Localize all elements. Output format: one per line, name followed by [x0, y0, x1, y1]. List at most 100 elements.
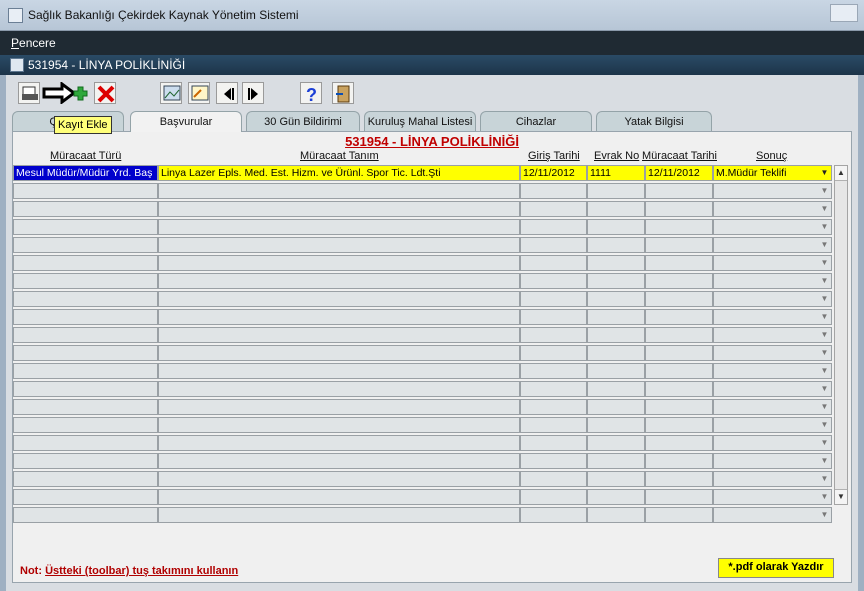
- cell-muracaat-tarihi[interactable]: [645, 219, 713, 235]
- tab-kurulus-mahal-listesi[interactable]: Kuruluş Mahal Listesi: [364, 111, 476, 131]
- cell-muracaat-turu[interactable]: [13, 291, 158, 307]
- cell-muracaat-tanim[interactable]: [158, 381, 520, 397]
- dropdown-arrow-icon[interactable]: ▼: [819, 509, 830, 521]
- tab-30-gun-bildirimi[interactable]: 30 Gün Bildirimi: [246, 111, 360, 131]
- cell-muracaat-turu[interactable]: [13, 273, 158, 289]
- cell-muracaat-tanim[interactable]: [158, 309, 520, 325]
- cell-muracaat-tarihi[interactable]: [645, 291, 713, 307]
- cell-evrak-no[interactable]: [587, 345, 645, 361]
- cell-muracaat-turu[interactable]: [13, 363, 158, 379]
- cell-sonuc[interactable]: ▼: [713, 381, 832, 397]
- cell-muracaat-tanim[interactable]: [158, 417, 520, 433]
- cell-muracaat-tanim[interactable]: [158, 471, 520, 487]
- cell-giris-tarihi[interactable]: [520, 381, 587, 397]
- cell-muracaat-tanim[interactable]: [158, 237, 520, 253]
- tab-basvurular[interactable]: Başvurular: [130, 111, 242, 132]
- dropdown-arrow-icon[interactable]: ▼: [819, 401, 830, 413]
- cell-sonuc[interactable]: ▼: [713, 255, 832, 271]
- cell-sonuc[interactable]: ▼: [713, 435, 832, 451]
- cell-evrak-no[interactable]: [587, 309, 645, 325]
- cell-giris-tarihi[interactable]: [520, 453, 587, 469]
- dropdown-arrow-icon[interactable]: ▼: [819, 383, 830, 395]
- cell-muracaat-tarihi[interactable]: [645, 273, 713, 289]
- cell-muracaat-turu[interactable]: [13, 399, 158, 415]
- cell-muracaat-tanim[interactable]: [158, 219, 520, 235]
- cell-sonuc[interactable]: ▼: [713, 327, 832, 343]
- cell-giris-tarihi[interactable]: [520, 255, 587, 271]
- cell-muracaat-tarihi[interactable]: [645, 327, 713, 343]
- tab-yatak-bilgisi[interactable]: Yatak Bilgisi: [596, 111, 712, 131]
- cell-evrak-no[interactable]: [587, 381, 645, 397]
- cell-muracaat-tarihi[interactable]: [645, 489, 713, 505]
- vertical-scrollbar[interactable]: ▲ ▼: [834, 165, 848, 505]
- cell-sonuc[interactable]: ▼: [713, 417, 832, 433]
- cell-muracaat-tarihi[interactable]: [645, 345, 713, 361]
- exit-icon[interactable]: [332, 82, 354, 104]
- cell-giris-tarihi[interactable]: [520, 291, 587, 307]
- help-icon[interactable]: ?: [300, 82, 322, 105]
- cell-giris-tarihi[interactable]: [520, 399, 587, 415]
- tab-cihazlar[interactable]: Cihazlar: [480, 111, 592, 131]
- cell-muracaat-tarihi[interactable]: [645, 417, 713, 433]
- dropdown-arrow-icon[interactable]: ▼: [819, 491, 830, 503]
- dropdown-arrow-icon[interactable]: ▼: [819, 365, 830, 377]
- cell-evrak-no[interactable]: [587, 237, 645, 253]
- cell-giris-tarihi[interactable]: [520, 435, 587, 451]
- cell-sonuc[interactable]: ▼: [713, 507, 832, 523]
- cell-evrak-no[interactable]: [587, 291, 645, 307]
- dropdown-arrow-icon[interactable]: ▼: [819, 275, 830, 287]
- cell-sonuc[interactable]: ▼: [713, 453, 832, 469]
- add-record-icon[interactable]: [42, 82, 92, 104]
- cell-evrak-no[interactable]: [587, 399, 645, 415]
- cell-muracaat-tanim[interactable]: [158, 201, 520, 217]
- cell-evrak-no[interactable]: [587, 273, 645, 289]
- cell-muracaat-tarihi[interactable]: [645, 183, 713, 199]
- next-icon[interactable]: [242, 82, 264, 104]
- cell-muracaat-tanim[interactable]: [158, 345, 520, 361]
- cell-muracaat-turu[interactable]: [13, 255, 158, 271]
- cell-muracaat-tanim[interactable]: [158, 183, 520, 199]
- cell-sonuc[interactable]: ▼: [713, 201, 832, 217]
- cell-muracaat-tarihi[interactable]: [645, 309, 713, 325]
- cell-muracaat-turu[interactable]: [13, 327, 158, 343]
- previous-icon[interactable]: [216, 82, 238, 104]
- cell-muracaat-turu[interactable]: [13, 453, 158, 469]
- dropdown-arrow-icon[interactable]: ▼: [819, 347, 830, 359]
- cell-muracaat-tarihi[interactable]: [645, 237, 713, 253]
- cell-giris-tarihi[interactable]: [520, 201, 587, 217]
- cell-sonuc[interactable]: M.Müdür Teklifi ▼: [713, 165, 832, 181]
- cell-muracaat-tanim[interactable]: [158, 489, 520, 505]
- cell-sonuc[interactable]: ▼: [713, 345, 832, 361]
- print-pdf-button[interactable]: *.pdf olarak Yazdır: [718, 558, 834, 578]
- cell-giris-tarihi[interactable]: [520, 489, 587, 505]
- cell-evrak-no[interactable]: [587, 201, 645, 217]
- cell-muracaat-turu[interactable]: [13, 345, 158, 361]
- cell-evrak-no[interactable]: [587, 507, 645, 523]
- cell-muracaat-turu[interactable]: [13, 309, 158, 325]
- cell-giris-tarihi[interactable]: [520, 417, 587, 433]
- cell-evrak-no[interactable]: [587, 327, 645, 343]
- cell-muracaat-tanim[interactable]: [158, 453, 520, 469]
- cell-muracaat-tanim[interactable]: [158, 435, 520, 451]
- cell-sonuc[interactable]: ▼: [713, 309, 832, 325]
- print-icon[interactable]: [18, 82, 40, 104]
- cell-muracaat-tanim[interactable]: [158, 255, 520, 271]
- cell-muracaat-tarihi[interactable]: [645, 435, 713, 451]
- dropdown-arrow-icon[interactable]: ▼: [819, 419, 830, 431]
- cell-muracaat-tanim[interactable]: [158, 273, 520, 289]
- dropdown-arrow-icon[interactable]: ▼: [819, 473, 830, 485]
- cell-evrak-no[interactable]: [587, 489, 645, 505]
- dropdown-arrow-icon[interactable]: ▼: [819, 239, 830, 251]
- cell-muracaat-tanim[interactable]: Linya Lazer Epls. Med. Est. Hizm. ve Ürü…: [158, 165, 520, 181]
- window-control-button[interactable]: [830, 4, 858, 22]
- cell-muracaat-turu[interactable]: [13, 219, 158, 235]
- cell-giris-tarihi[interactable]: [520, 219, 587, 235]
- cell-muracaat-tanim[interactable]: [158, 507, 520, 523]
- cell-giris-tarihi[interactable]: [520, 363, 587, 379]
- cell-giris-tarihi[interactable]: [520, 237, 587, 253]
- dropdown-arrow-icon[interactable]: ▼: [819, 221, 830, 233]
- cell-muracaat-tarihi[interactable]: [645, 507, 713, 523]
- dropdown-arrow-icon[interactable]: ▼: [819, 455, 830, 467]
- cell-evrak-no[interactable]: [587, 255, 645, 271]
- cell-muracaat-tanim[interactable]: [158, 363, 520, 379]
